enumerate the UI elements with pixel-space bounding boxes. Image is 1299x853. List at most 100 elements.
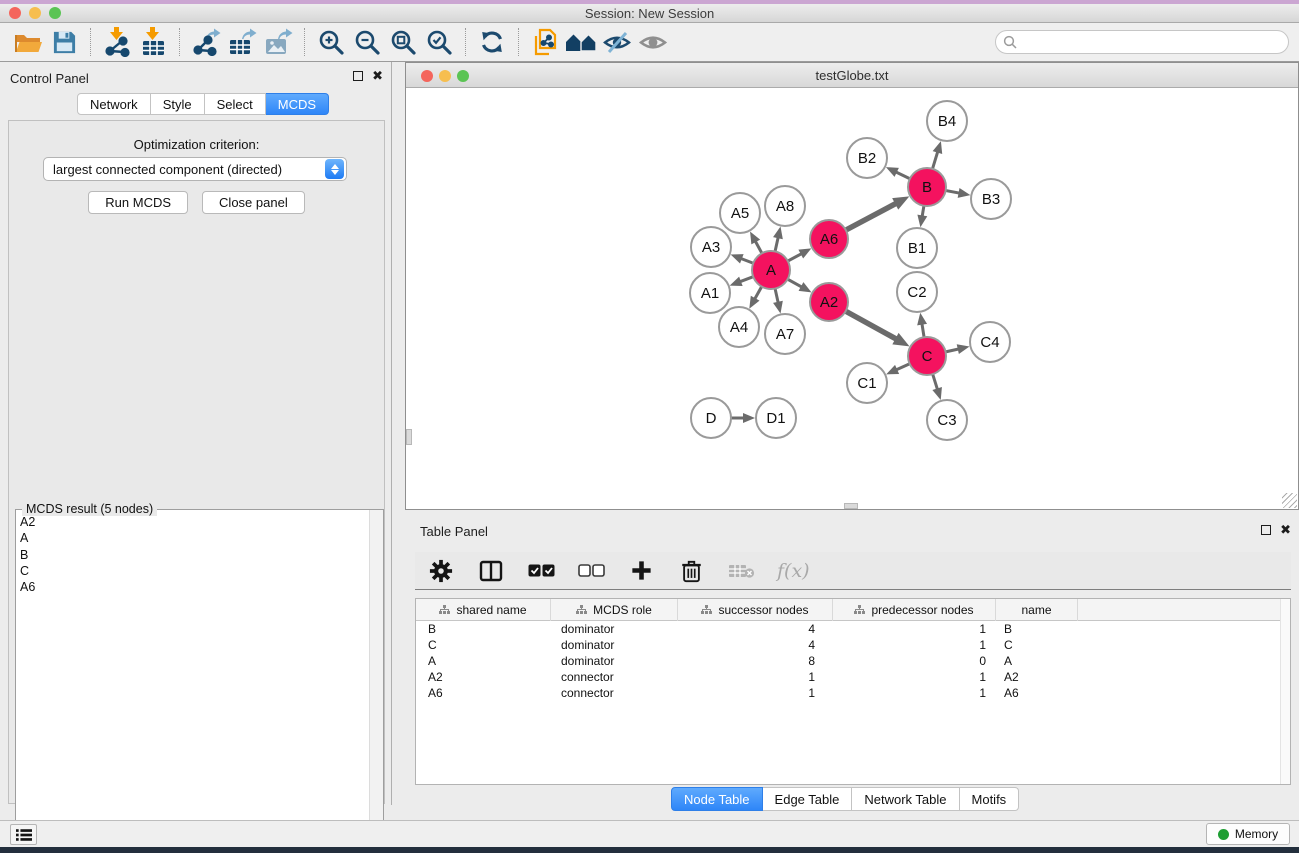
- import-network-button[interactable]: [99, 25, 135, 59]
- graph-node-D1[interactable]: D1: [756, 398, 796, 438]
- search-input[interactable]: [1017, 32, 1288, 52]
- zoom-in-button[interactable]: [313, 25, 349, 59]
- tab-select[interactable]: Select: [205, 93, 266, 115]
- panel-collapse-handle[interactable]: [844, 503, 858, 509]
- open-session-button[interactable]: [10, 25, 46, 59]
- graph-node-D[interactable]: D: [691, 398, 731, 438]
- float-panel-icon[interactable]: [1261, 525, 1271, 535]
- tab-network[interactable]: Network: [77, 93, 151, 115]
- table-cell[interactable]: 0: [833, 653, 996, 669]
- table-settings-button[interactable]: [427, 554, 455, 588]
- export-network-button[interactable]: [188, 25, 224, 59]
- table-cell[interactable]: C: [996, 637, 1078, 653]
- table-cell[interactable]: C: [416, 637, 551, 653]
- table-cell[interactable]: 8: [678, 653, 833, 669]
- show-all-columns-button[interactable]: [527, 554, 555, 588]
- table-cell[interactable]: A: [996, 653, 1078, 669]
- graph-node-C[interactable]: C: [908, 337, 946, 375]
- float-panel-icon[interactable]: [353, 71, 363, 81]
- mcds-result-item[interactable]: B: [16, 547, 369, 563]
- table-cell[interactable]: dominator: [551, 621, 678, 637]
- run-mcds-button[interactable]: Run MCDS: [88, 191, 188, 214]
- mcds-result-item[interactable]: A2: [16, 514, 369, 530]
- delete-table-button[interactable]: [727, 554, 755, 588]
- table-cell[interactable]: 1: [833, 685, 996, 701]
- table-cell[interactable]: A: [416, 653, 551, 669]
- graph-node-B[interactable]: B: [908, 168, 946, 206]
- table-row[interactable]: Cdominator41C: [416, 637, 1290, 653]
- graph-node-A7[interactable]: A7: [765, 314, 805, 354]
- graph-node-A3[interactable]: A3: [691, 227, 731, 267]
- table-cell[interactable]: A6: [996, 685, 1078, 701]
- table-scrollbar[interactable]: [1280, 599, 1290, 784]
- network-window-titlebar[interactable]: testGlobe.txt: [406, 63, 1298, 88]
- tab-node-table[interactable]: Node Table: [671, 787, 763, 811]
- table-cell[interactable]: 1: [833, 637, 996, 653]
- table-cell[interactable]: connector: [551, 685, 678, 701]
- graph-node-B1[interactable]: B1: [897, 228, 937, 268]
- graph-node-A4[interactable]: A4: [719, 307, 759, 347]
- column-header-successor-nodes[interactable]: successor nodes: [678, 599, 833, 621]
- hide-all-columns-button[interactable]: [577, 554, 605, 588]
- split-view-button[interactable]: [477, 554, 505, 588]
- graph-node-B2[interactable]: B2: [847, 138, 887, 178]
- table-cell[interactable]: 1: [678, 685, 833, 701]
- export-image-button[interactable]: [260, 25, 296, 59]
- graph-node-C2[interactable]: C2: [897, 272, 937, 312]
- zoom-out-button[interactable]: [349, 25, 385, 59]
- tab-edge-table[interactable]: Edge Table: [763, 787, 853, 811]
- criterion-dropdown[interactable]: largest connected component (directed): [43, 157, 347, 181]
- table-row[interactable]: A6connector11A6: [416, 685, 1290, 701]
- table-cell[interactable]: 1: [833, 669, 996, 685]
- graph-node-A5[interactable]: A5: [720, 193, 760, 233]
- tab-network-table[interactable]: Network Table: [852, 787, 959, 811]
- column-header-predecessor-nodes[interactable]: predecessor nodes: [833, 599, 996, 621]
- table-cell[interactable]: 4: [678, 621, 833, 637]
- table-cell[interactable]: connector: [551, 669, 678, 685]
- hide-network-button[interactable]: [599, 25, 635, 59]
- table-cell[interactable]: A2: [416, 669, 551, 685]
- export-table-button[interactable]: [224, 25, 260, 59]
- graph-node-A1[interactable]: A1: [690, 273, 730, 313]
- show-network-button[interactable]: [635, 25, 671, 59]
- mcds-result-item[interactable]: A: [16, 530, 369, 546]
- show-panels-button[interactable]: [10, 824, 37, 845]
- tab-mcds[interactable]: MCDS: [266, 93, 329, 115]
- mcds-result-item[interactable]: A6: [16, 579, 369, 595]
- table-cell[interactable]: 1: [678, 669, 833, 685]
- close-panel-button[interactable]: Close panel: [202, 191, 305, 214]
- zoom-selected-button[interactable]: [421, 25, 457, 59]
- save-session-button[interactable]: [46, 25, 82, 59]
- duplicate-network-button[interactable]: [527, 25, 563, 59]
- tab-motifs[interactable]: Motifs: [960, 787, 1020, 811]
- column-header-name[interactable]: name: [996, 599, 1078, 621]
- delete-column-button[interactable]: [677, 554, 705, 588]
- mcds-result-scrollbar[interactable]: [369, 510, 383, 853]
- tab-style[interactable]: Style: [151, 93, 205, 115]
- graph-node-A6[interactable]: A6: [810, 220, 848, 258]
- mcds-result-item[interactable]: C: [16, 563, 369, 579]
- graph-node-A[interactable]: A: [752, 251, 790, 289]
- graph-node-A2[interactable]: A2: [810, 283, 848, 321]
- table-cell[interactable]: dominator: [551, 637, 678, 653]
- table-cell[interactable]: dominator: [551, 653, 678, 669]
- home-button[interactable]: [563, 25, 599, 59]
- table-cell[interactable]: B: [996, 621, 1078, 637]
- graph-node-A8[interactable]: A8: [765, 186, 805, 226]
- panel-collapse-handle[interactable]: [406, 429, 412, 445]
- table-row[interactable]: Adominator80A: [416, 653, 1290, 669]
- table-cell[interactable]: B: [416, 621, 551, 637]
- network-canvas[interactable]: B4B2BB3A8A5A6A3B1AA1C2A2A4A7C4CC1DD1C3: [406, 89, 1298, 509]
- close-panel-icon[interactable]: ✖: [372, 71, 383, 81]
- table-cell[interactable]: A2: [996, 669, 1078, 685]
- table-cell[interactable]: 4: [678, 637, 833, 653]
- table-cell[interactable]: A6: [416, 685, 551, 701]
- graph-node-C3[interactable]: C3: [927, 400, 967, 440]
- refresh-layout-button[interactable]: [474, 25, 510, 59]
- table-cell[interactable]: 1: [833, 621, 996, 637]
- create-column-button[interactable]: [627, 554, 655, 588]
- import-table-button[interactable]: [135, 25, 171, 59]
- table-row[interactable]: A2connector11A2: [416, 669, 1290, 685]
- function-builder-button[interactable]: f(x): [777, 554, 810, 588]
- graph-node-C1[interactable]: C1: [847, 363, 887, 403]
